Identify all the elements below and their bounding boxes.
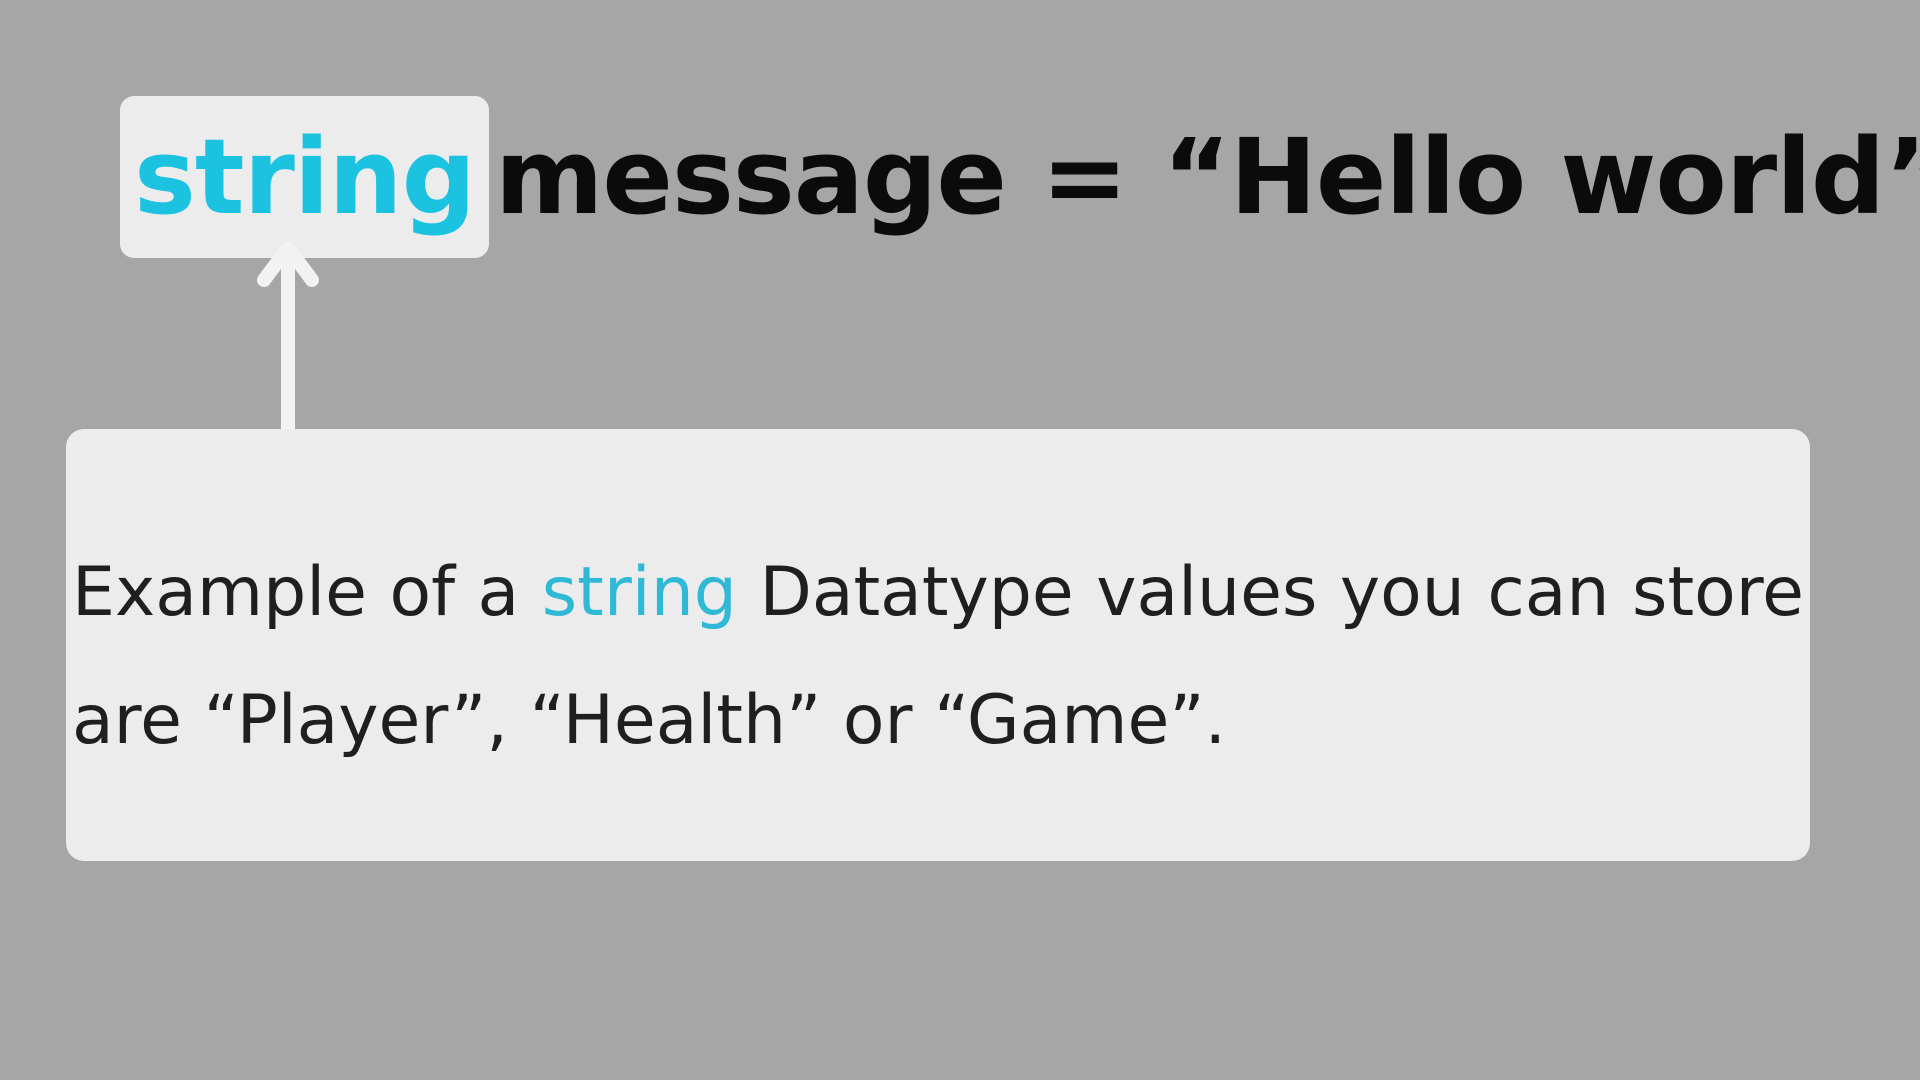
arrow-up-icon <box>257 241 319 434</box>
code-line: string message = “Hello world” <box>120 96 1920 258</box>
keyword-highlight-box: string <box>120 96 490 258</box>
explanation-text: Example of a string Datatype values you … <box>72 529 1804 785</box>
explanation-text-start: Example of a <box>72 553 520 632</box>
code-statement: message = “Hello world” <box>495 116 1920 238</box>
explanation-keyword: string <box>541 553 737 632</box>
explanation-box: Example of a string Datatype values you … <box>66 429 1810 861</box>
code-keyword: string <box>134 116 476 238</box>
